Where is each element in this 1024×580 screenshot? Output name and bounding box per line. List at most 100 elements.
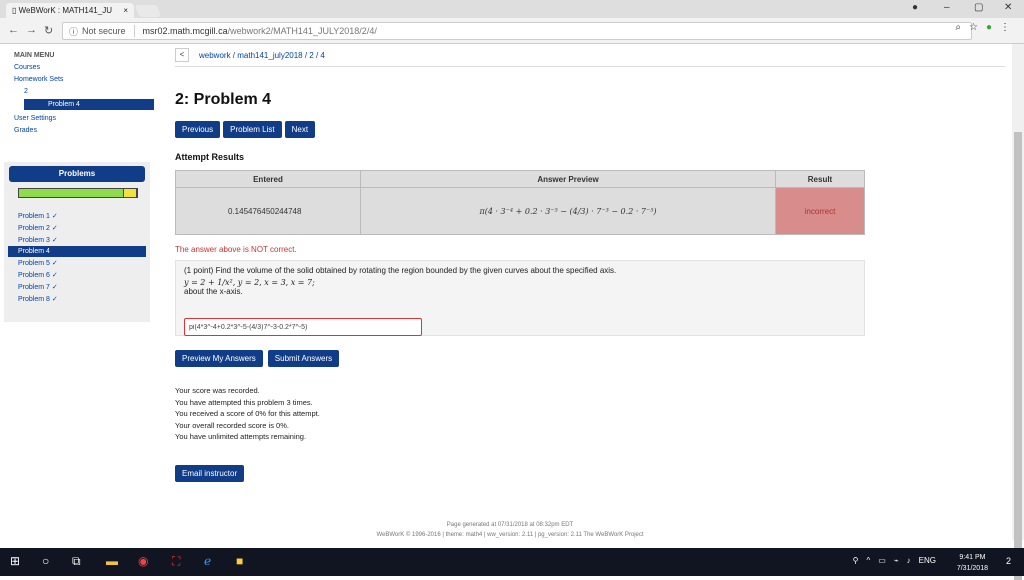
search-icon[interactable]: ○ — [42, 554, 49, 568]
breadcrumb-back-button[interactable]: < — [175, 48, 189, 62]
reload-icon[interactable]: ↻ — [44, 24, 53, 37]
zoom-icon[interactable]: ⌕ — [955, 22, 961, 33]
col-entered: Entered — [175, 170, 361, 188]
notification-icon[interactable]: 2 — [1006, 556, 1018, 568]
score-line: Your overall recorded score is 0%. — [175, 420, 289, 430]
bookmark-star-icon[interactable]: ☆ — [969, 22, 978, 33]
table-header-row: Entered Answer Preview Result — [175, 170, 865, 188]
new-tab-button[interactable] — [134, 5, 162, 17]
page-title: 2: Problem 4 — [175, 91, 272, 108]
minimize-icon[interactable]: – — [944, 2, 950, 13]
browser-tab-bar: ▯ WeBWorK : MATH141_JU × ● – ▢ ✕ — [0, 0, 1024, 18]
url-input[interactable]: ⓘ Not secure msr02.math.mcgill.ca/webwor… — [62, 22, 972, 40]
answer-input[interactable] — [184, 318, 422, 336]
people-icon[interactable]: ⚲ — [853, 556, 859, 565]
problem-list-button[interactable]: Problem List — [223, 121, 282, 138]
next-button[interactable]: Next — [284, 121, 316, 138]
close-tab-icon[interactable]: × — [123, 6, 128, 15]
clock-time: 9:41 PM — [959, 554, 986, 561]
submit-answers-button[interactable]: Submit Answers — [267, 350, 340, 367]
tab-title: WeBWorK : MATH141_JU — [18, 6, 112, 15]
incorrect-warning: The answer above is NOT correct. — [175, 245, 297, 254]
breadcrumb: < webwork / math141_july2018 / 2 / 4 — [175, 44, 1005, 67]
problem-list-item[interactable]: Problem 8 ✓ — [4, 293, 150, 305]
table-row: 0.145476450244748 π(4 · 3⁻⁴ + 0.2 · 3⁻⁵ … — [175, 187, 865, 235]
problem-equations: y = 2 + 1/x², y = 2, x = 3, x = 7; — [184, 278, 315, 287]
progress-bar-current — [123, 188, 137, 198]
problem-list-item[interactable]: Problem 5 ✓ — [4, 257, 150, 269]
left-navigation: MAIN MENU Courses Homework Sets 2 Proble… — [8, 52, 154, 134]
problem-list-item-active[interactable]: Problem 4 — [8, 246, 146, 257]
system-clock[interactable]: 9:41 PM 7/31/2018 — [957, 552, 988, 574]
problem-list-item[interactable]: Problem 7 ✓ — [4, 281, 150, 293]
page-icon: ▯ — [12, 6, 19, 15]
problem-list-item[interactable]: Problem 3 ✓ — [4, 234, 150, 246]
problems-panel: Problems Problem 1 ✓ Problem 2 ✓ Problem… — [4, 162, 150, 322]
address-bar: ← → ↻ ⓘ Not secure msr02.math.mcgill.ca/… — [0, 18, 1024, 44]
not-secure-label: Not secure — [82, 26, 126, 36]
attempt-results-table: Entered Answer Preview Result 0.14547645… — [175, 170, 865, 235]
profile-icon[interactable]: ● — [912, 2, 918, 13]
problem-list-item[interactable]: Problem 2 ✓ — [4, 222, 150, 234]
close-window-icon[interactable]: ✕ — [1004, 2, 1012, 13]
forward-icon[interactable]: → — [26, 24, 37, 36]
nav-grades-link[interactable]: Grades — [14, 127, 148, 134]
toolbar-icons: ⌕ ☆ ● ⋮ — [955, 22, 1010, 33]
nav-user-settings-link[interactable]: User Settings — [14, 115, 148, 122]
score-summary: Your score was recorded. You have attemp… — [175, 385, 1005, 443]
result-badge: incorrect — [775, 187, 865, 235]
app-icon[interactable]: ■ — [236, 554, 243, 568]
language-indicator[interactable]: ENG — [919, 556, 936, 565]
browser-tab[interactable]: ▯ WeBWorK : MATH141_JU × — [6, 3, 134, 18]
problem-nav-buttons: Previous Problem List Next — [175, 121, 1005, 138]
main-content: < webwork / math141_july2018 / 2 / 4 2: … — [175, 44, 1005, 482]
url-path: /webwork2/MATH141_JULY2018/2/4/ — [227, 26, 377, 36]
page-footer: Page generated at 07/31/2018 at 08:32pm … — [355, 520, 665, 540]
nav-courses-link[interactable]: Courses — [14, 64, 148, 71]
nav-problem-4-link[interactable]: Problem 4 — [24, 99, 154, 110]
problem-axis: about the x-axis. — [184, 287, 243, 296]
scrollbar-thumb[interactable] — [1014, 132, 1022, 580]
entered-value: 0.145476450244748 — [175, 187, 361, 235]
breadcrumb-path[interactable]: webwork / math141_july2018 / 2 / 4 — [199, 51, 325, 60]
url-divider — [133, 25, 135, 37]
url-domain: msr02.math.mcgill.ca — [142, 26, 228, 36]
tray-chevron-icon[interactable]: ^ — [867, 556, 871, 565]
problem-statement: (1 point) Find the volume of the solid o… — [184, 266, 617, 275]
progress-bar — [18, 188, 138, 198]
attempt-results-heading: Attempt Results — [175, 152, 245, 162]
url-text: msr02.math.mcgill.ca/webwork2/MATH141_JU… — [143, 26, 377, 36]
windows-taskbar: ⊞ ○ ⧉ ▬ ◉ ⛶ ℯ ■ ⚲ ^ ▭ ⌁ ♪ ENG 9:41 PM 7/… — [0, 548, 1024, 576]
previous-button[interactable]: Previous — [175, 121, 221, 138]
score-line: You have unlimited attempts remaining. — [175, 432, 307, 441]
volume-icon[interactable]: ♪ — [907, 556, 911, 565]
back-icon[interactable]: ← — [8, 24, 19, 36]
page-scrollbar[interactable] — [1012, 44, 1024, 580]
problem-list-item[interactable]: Problem 1 ✓ — [4, 210, 150, 222]
battery-icon[interactable]: ▭ — [878, 556, 886, 565]
task-view-icon[interactable]: ⧉ — [72, 554, 81, 569]
pdf-reader-icon[interactable]: ⛶ — [172, 554, 180, 569]
col-answer-preview: Answer Preview — [360, 170, 776, 188]
extension-icon[interactable]: ● — [986, 22, 992, 33]
maximize-icon[interactable]: ▢ — [974, 2, 983, 13]
problem-list: Problem 1 ✓ Problem 2 ✓ Problem 3 ✓ Prob… — [4, 210, 150, 305]
chrome-icon[interactable]: ◉ — [138, 554, 148, 568]
email-instructor-button[interactable]: Email instructor — [175, 464, 245, 482]
score-line: You have attempted this problem 3 times. — [175, 397, 313, 407]
main-menu-heading: MAIN MENU — [14, 52, 55, 59]
windows-start-icon[interactable]: ⊞ — [10, 554, 20, 568]
answer-buttons: Preview My Answers Submit Answers — [175, 350, 1005, 367]
problem-statement-box: (1 point) Find the volume of the solid o… — [175, 260, 865, 336]
menu-icon[interactable]: ⋮ — [1000, 22, 1010, 33]
nav-set-2-link[interactable]: 2 — [24, 88, 148, 95]
clock-date: 7/31/2018 — [956, 565, 988, 572]
preview-answers-button[interactable]: Preview My Answers — [175, 350, 263, 367]
edge-icon[interactable]: ℯ — [204, 554, 211, 568]
info-icon: ⓘ — [69, 26, 79, 37]
score-line: You received a score of 0% for this atte… — [175, 409, 320, 418]
nav-homework-sets-link[interactable]: Homework Sets — [14, 76, 148, 83]
network-icon[interactable]: ⌁ — [894, 556, 899, 565]
problem-list-item[interactable]: Problem 6 ✓ — [4, 269, 150, 281]
file-explorer-icon[interactable]: ▬ — [106, 554, 118, 568]
